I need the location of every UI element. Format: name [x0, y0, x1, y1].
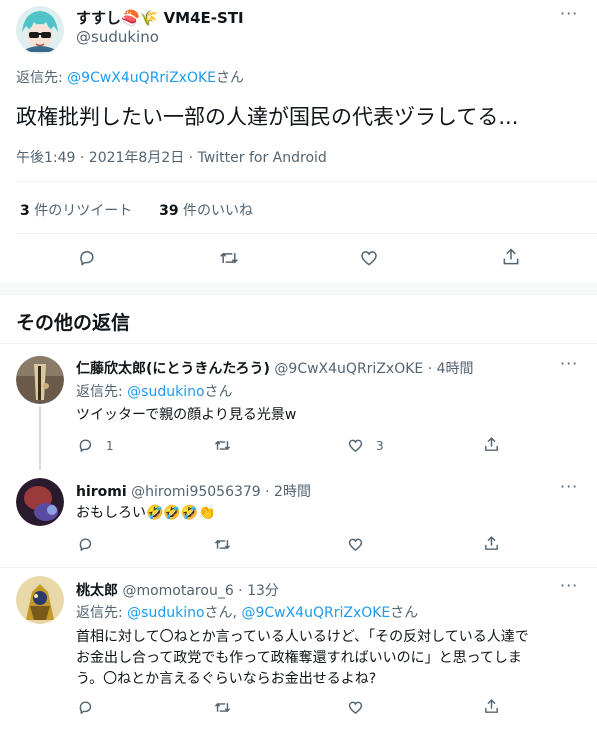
tweet-timestamp[interactable]: 午後1:49 · 2021年8月2日 · Twitter for Android	[16, 147, 327, 167]
engagement-stats: 3 件のリツイート 39 件のいいね	[20, 200, 253, 220]
avatar[interactable]	[16, 6, 64, 54]
reply-to-line: 返信先: @sudukinoさん	[76, 381, 233, 401]
reply-header: 仁藤欣太郎(にとうきんたろう) @9CwX4uQRriZxOKE · 4時間	[76, 358, 474, 378]
reply-text: ツイッターで親の顔より見る光景w	[76, 407, 297, 423]
reply-author-handle[interactable]: @hiromi95056379	[131, 484, 261, 500]
tweet-text: 政権批判したい一部の人達が国民の代表ヅラしてる...	[16, 105, 519, 129]
reply-header: hiromi @hiromi95056379 · 2時間	[76, 481, 311, 501]
author-handle[interactable]: @sudukino	[76, 28, 159, 46]
reply-author-name[interactable]: hiromi	[76, 484, 127, 500]
reply-text-line: 首相に対して〇ねとか言っている人いるけど、「その反対している人達で	[76, 629, 529, 645]
reply-to-prefix: 返信先:	[76, 384, 128, 400]
reply-author-name[interactable]: 仁藤欣太郎(にとうきんたろう)	[76, 361, 270, 377]
reply-text: おもしろい🤣🤣🤣👏	[76, 505, 216, 521]
retweet-icon[interactable]	[213, 536, 232, 553]
reply-to-suffix: さん	[204, 384, 233, 400]
reply-author-name[interactable]: 桃太郎	[76, 583, 118, 599]
reply-text: 首相に対して〇ねとか言っている人いるけど、「その反対している人達で お金出し合っ…	[76, 627, 529, 690]
retweet-icon[interactable]	[213, 437, 232, 454]
reply-time[interactable]: · 2時間	[261, 484, 311, 500]
like-count[interactable]: 39	[159, 203, 178, 219]
like-icon[interactable]	[359, 248, 379, 268]
reply-text-line: う。〇ねとか言えるぐらいならお金出せるよね?	[76, 671, 377, 687]
reply-time[interactable]: · 13分	[234, 583, 279, 599]
reply-to-suffix: さん	[216, 70, 244, 86]
reply-to-separator: さん,	[204, 605, 242, 621]
reply-to-mention[interactable]: @9CwX4uQRriZxOKE	[67, 70, 216, 86]
like-icon[interactable]	[347, 699, 364, 716]
reply-icon[interactable]	[77, 248, 97, 268]
divider	[16, 181, 597, 182]
reply-to-mention[interactable]: @9CwX4uQRriZxOKE	[241, 605, 390, 621]
retweet-icon[interactable]	[218, 248, 240, 268]
section-separator	[0, 283, 597, 295]
avatar[interactable]	[16, 356, 64, 404]
thread-line	[39, 406, 41, 470]
more-options-icon[interactable]: ···	[560, 576, 578, 595]
retweet-label[interactable]: 件のリツイート	[30, 203, 132, 219]
reply-header: 桃太郎 @momotarou_6 · 13分	[76, 580, 279, 600]
share-icon[interactable]	[483, 535, 500, 552]
more-options-icon[interactable]: ···	[560, 477, 578, 496]
reply-to-mention[interactable]: @sudukino	[127, 384, 204, 400]
avatar[interactable]	[16, 478, 64, 526]
share-icon[interactable]	[483, 698, 500, 715]
reply-to-line: 返信先: @9CwX4uQRriZxOKEさん	[16, 67, 244, 87]
section-title: その他の返信	[16, 312, 131, 334]
reply-to-suffix: さん	[390, 605, 419, 621]
reply-icon[interactable]	[77, 437, 94, 454]
reply-to-line: 返信先: @sudukinoさん, @9CwX4uQRriZxOKEさん	[76, 602, 418, 622]
retweet-count[interactable]: 3	[20, 203, 30, 219]
reply-time[interactable]: · 4時間	[423, 361, 474, 377]
reply-count: 1	[106, 439, 114, 453]
reply-icon[interactable]	[77, 699, 94, 716]
reply-to-mention[interactable]: @sudukino	[127, 605, 204, 621]
reply-to-prefix: 返信先:	[16, 70, 68, 86]
like-label[interactable]: 件のいいね	[179, 203, 253, 219]
reply-to-prefix: 返信先:	[76, 605, 128, 621]
avatar[interactable]	[16, 576, 64, 624]
retweet-icon[interactable]	[213, 699, 232, 716]
divider	[0, 567, 597, 568]
share-icon[interactable]	[483, 436, 500, 453]
like-icon[interactable]	[347, 536, 364, 553]
divider	[0, 343, 597, 344]
reply-icon[interactable]	[77, 536, 94, 553]
reply-author-handle[interactable]: @9CwX4uQRriZxOKE	[274, 361, 423, 377]
more-options-icon[interactable]: ···	[560, 354, 578, 373]
like-count: 3	[376, 439, 384, 453]
share-icon[interactable]	[501, 247, 521, 267]
author-display-name[interactable]: すすし🍣🌾 VM4E-STI	[76, 7, 244, 28]
reply-text-line: お金出し合って政党でも作って政権奪還すればいいのに」と思ってしま	[76, 650, 522, 666]
divider	[16, 233, 597, 234]
more-options-icon[interactable]: ···	[560, 4, 578, 23]
reply-author-handle[interactable]: @momotarou_6	[122, 583, 233, 599]
like-icon[interactable]	[347, 437, 364, 454]
